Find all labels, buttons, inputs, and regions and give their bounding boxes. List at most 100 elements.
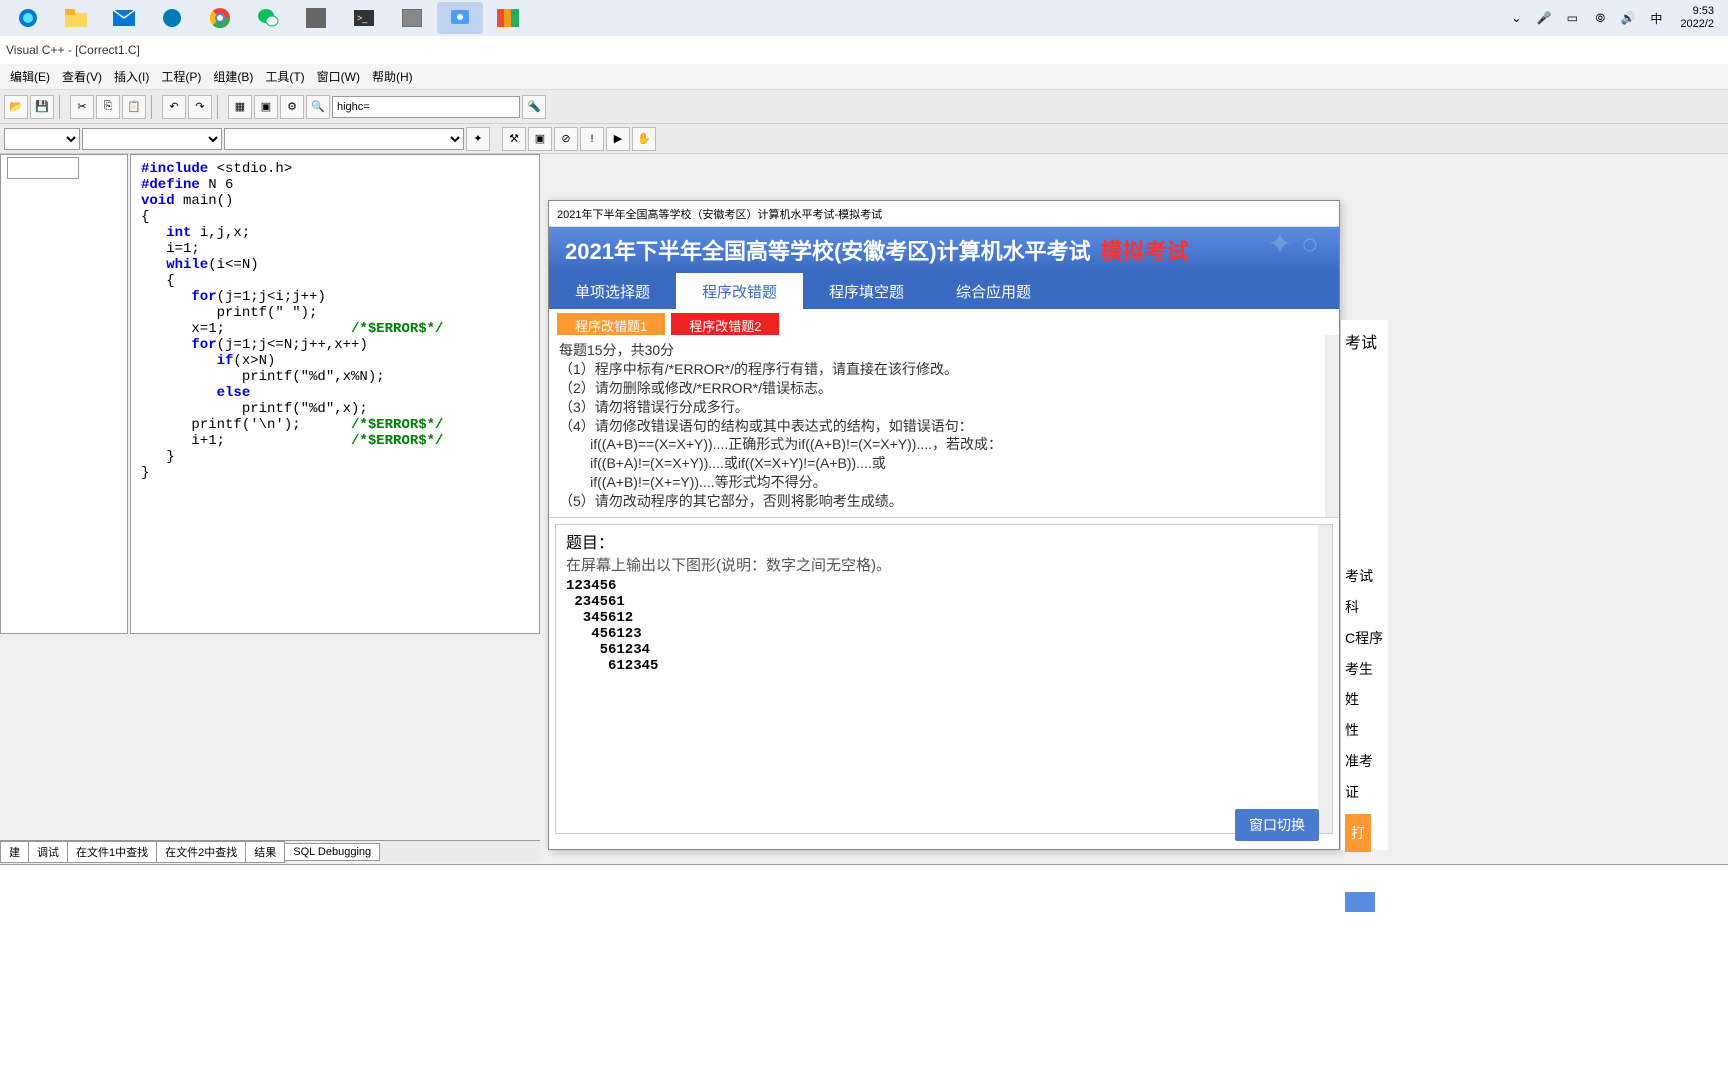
- exam-titlebar[interactable]: 2021年下半年全国高等学校（安徽考区）计算机水平考试-模拟考试: [549, 201, 1339, 227]
- wechat-icon[interactable]: [245, 2, 291, 34]
- compile-button[interactable]: ⚒: [502, 127, 526, 151]
- exam-header: 2021年下半年全国高等学校(安徽考区)计算机水平考试 模拟考试 ✦ ○: [549, 227, 1339, 273]
- tb2-btn-1[interactable]: ✦: [466, 127, 490, 151]
- redo-button[interactable]: ↷: [188, 95, 212, 119]
- open-button-panel[interactable]: 打: [1345, 814, 1371, 853]
- paste-button[interactable]: 📋: [122, 95, 146, 119]
- menu-project[interactable]: 工程(P): [155, 65, 207, 88]
- tb-btn-1[interactable]: ▦: [228, 95, 252, 119]
- mic-icon[interactable]: 🎤: [1534, 8, 1554, 28]
- code-editor[interactable]: #include <stdio.h> #define N 6 void main…: [130, 154, 540, 634]
- execute-button[interactable]: !: [580, 127, 604, 151]
- find-go-button[interactable]: 🔦: [522, 95, 546, 119]
- info-gender: 性: [1345, 715, 1384, 746]
- battery-icon[interactable]: ▭: [1562, 8, 1582, 28]
- instructions-box: 每题15分，共30分 （1）程序中标有/*ERROR*/的程序行有错，请直接在该…: [549, 335, 1339, 518]
- tb-btn-3[interactable]: ⚙: [280, 95, 304, 119]
- toolbar-separator: [59, 95, 65, 119]
- app-icon-1[interactable]: [293, 2, 339, 34]
- wifi-icon[interactable]: ⦾: [1590, 8, 1610, 28]
- tb-btn-2[interactable]: ▣: [254, 95, 278, 119]
- build-button[interactable]: ▣: [528, 127, 552, 151]
- mail-icon[interactable]: [101, 2, 147, 34]
- instr-line: if((A+B)!=(X+=Y))....等形式均不得分。: [559, 473, 1329, 492]
- tab-comprehensive[interactable]: 综合应用题: [930, 273, 1057, 309]
- output-pane: [0, 864, 1728, 1080]
- info-subject: 考试科: [1345, 561, 1384, 623]
- clock-date: 2022/2: [1680, 18, 1714, 31]
- exam-window: 2021年下半年全国高等学校（安徽考区）计算机水平考试-模拟考试 2021年下半…: [548, 200, 1340, 850]
- menu-insert[interactable]: 插入(I): [108, 65, 155, 88]
- member-combo[interactable]: [224, 128, 464, 150]
- header-deco-icon: ✦ ○: [1267, 227, 1319, 262]
- panel-blue-button[interactable]: [1345, 892, 1375, 912]
- dell-icon[interactable]: [149, 2, 195, 34]
- menu-build[interactable]: 组建(B): [207, 65, 259, 88]
- exam-window-title: 2021年下半年全国高等学校（安徽考区）计算机水平考试-模拟考试: [557, 206, 882, 222]
- instructions-scrollbar[interactable]: [1325, 335, 1339, 517]
- clock[interactable]: 9:53 2022/2: [1674, 5, 1720, 31]
- volume-icon[interactable]: 🔊: [1618, 8, 1638, 28]
- stop-build-button[interactable]: ⊘: [554, 127, 578, 151]
- output-tab-build[interactable]: 建: [0, 841, 29, 863]
- question-title: 题目：: [566, 533, 1322, 555]
- window-switch-button[interactable]: 窗口切换: [1235, 809, 1319, 841]
- system-tray: ⌄ 🎤 ▭ ⦾ 🔊 中 9:53 2022/2: [1506, 0, 1728, 36]
- find-combo[interactable]: [332, 96, 520, 118]
- app-title-text: Visual C++ - [Correct1.C]: [6, 43, 140, 57]
- output-tab-find1[interactable]: 在文件1中查找: [67, 841, 157, 863]
- output-tab-debug[interactable]: 调试: [28, 841, 68, 863]
- find-button[interactable]: 🔍: [306, 95, 330, 119]
- standard-toolbar: 📂 💾 ✂ ⎘ 📋 ↶ ↷ ▦ ▣ ⚙ 🔍 🔦: [0, 90, 1728, 124]
- toolbar-separator: [151, 95, 157, 119]
- menu-help[interactable]: 帮助(H): [366, 65, 419, 88]
- menu-view[interactable]: 查看(V): [56, 65, 108, 88]
- instr-line: if((A+B)==(X=X+Y))....正确形式为if((A+B)!=(X=…: [559, 435, 1329, 454]
- class-combo[interactable]: [82, 128, 222, 150]
- cut-button[interactable]: ✂: [70, 95, 94, 119]
- ime-indicator[interactable]: 中: [1646, 8, 1666, 28]
- chevron-down-icon[interactable]: ⌄: [1506, 8, 1526, 28]
- question-box: 题目： 在屏幕上输出以下图形(说明：数字之间无空格)。 123456 23456…: [555, 524, 1333, 834]
- edge-icon[interactable]: [5, 2, 51, 34]
- menu-tools[interactable]: 工具(T): [259, 65, 310, 88]
- chrome-icon[interactable]: [197, 2, 243, 34]
- open-button[interactable]: 📂: [4, 95, 28, 119]
- info-course: C程序: [1345, 623, 1384, 654]
- config-combo[interactable]: [4, 128, 80, 150]
- question-scrollbar[interactable]: [1318, 525, 1332, 833]
- output-tab-results[interactable]: 结果: [245, 841, 285, 863]
- app-title-bar: Visual C++ - [Correct1.C]: [0, 36, 1728, 64]
- menu-window[interactable]: 窗口(W): [311, 65, 366, 88]
- workspace-panel: [0, 154, 128, 634]
- undo-button[interactable]: ↶: [162, 95, 186, 119]
- secondary-toolbar: ✦ ⚒ ▣ ⊘ ! ▶ ✋: [0, 124, 1728, 154]
- instr-line: if((B+A)!=(X=X+Y))....或if((X=X+Y)!=(A+B)…: [559, 454, 1329, 473]
- sub-tab-1[interactable]: 程序改错题1: [557, 313, 665, 335]
- output-tab-sql[interactable]: SQL Debugging: [284, 843, 380, 861]
- remote-assist-icon[interactable]: [437, 2, 483, 34]
- sub-tab-2[interactable]: 程序改错题2: [671, 313, 779, 335]
- app-icon-3[interactable]: [485, 2, 531, 34]
- tab-fill-blank[interactable]: 程序填空题: [803, 273, 930, 309]
- tab-single-choice[interactable]: 单项选择题: [549, 273, 676, 309]
- copy-button[interactable]: ⎘: [96, 95, 120, 119]
- tab-correction[interactable]: 程序改错题: [676, 273, 803, 309]
- info-heading: 考试: [1345, 326, 1384, 361]
- menu-edit[interactable]: 编辑(E): [4, 65, 56, 88]
- instr-title: 每题15分，共30分: [559, 341, 1329, 360]
- instr-line: （5）请勿改动程序的其它部分，否则将影响考生成绩。: [559, 492, 1329, 511]
- exam-info-panel: 考试 考试科 C程序 考生姓 性 准考证 打: [1340, 320, 1388, 850]
- terminal-icon[interactable]: >_: [341, 2, 387, 34]
- explorer-icon[interactable]: [53, 2, 99, 34]
- instr-line: （2）请勿删除或修改/*ERROR*/错误标志。: [559, 379, 1329, 398]
- svg-text:>_: >_: [357, 13, 368, 23]
- save-button[interactable]: 💾: [30, 95, 54, 119]
- go-button[interactable]: ▶: [606, 127, 630, 151]
- output-tab-find2[interactable]: 在文件2中查找: [156, 841, 246, 863]
- question-desc: 在屏幕上输出以下图形(说明：数字之间无空格)。: [566, 555, 1322, 576]
- breakpoint-button[interactable]: ✋: [632, 127, 656, 151]
- question-pattern: 123456 234561 345612 456123 561234 61234…: [566, 578, 1322, 674]
- workspace-combo[interactable]: [7, 157, 79, 179]
- app-icon-2[interactable]: [389, 2, 435, 34]
